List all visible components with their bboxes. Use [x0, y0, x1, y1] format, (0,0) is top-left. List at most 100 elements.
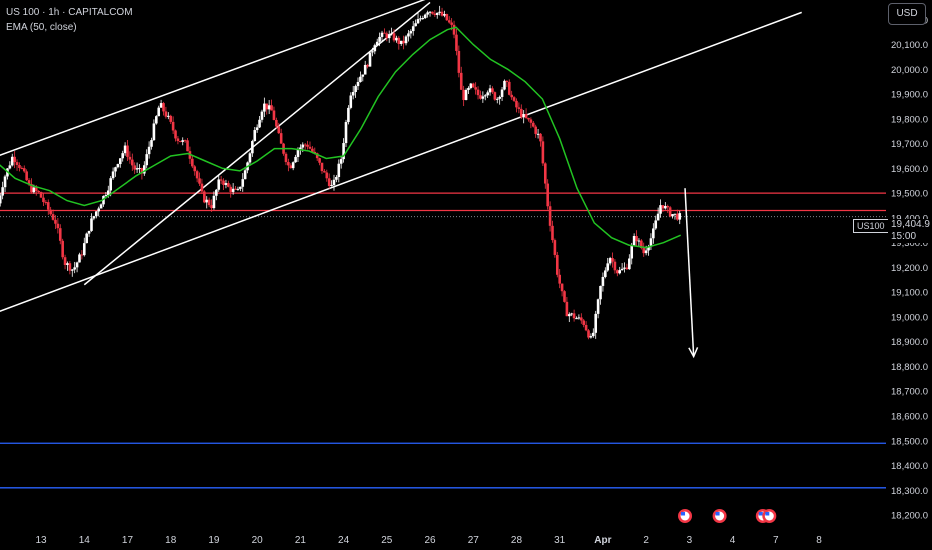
candle-body — [46, 202, 50, 210]
candle-body — [176, 138, 180, 142]
candle-body — [303, 144, 307, 146]
candle-body — [200, 183, 204, 192]
candle-body — [476, 89, 480, 96]
candle-body — [507, 81, 511, 95]
y-tick-label: 19,000.0 — [891, 312, 928, 323]
candle-body — [73, 267, 76, 270]
candle-body — [318, 158, 321, 163]
candle-body — [87, 230, 91, 234]
candle-body — [18, 165, 21, 168]
candle-body — [10, 156, 14, 166]
candle-body — [255, 127, 259, 131]
candle-body — [150, 140, 153, 147]
candle-body — [294, 156, 297, 163]
y-tick-label: 20,100.0 — [891, 40, 928, 51]
candle-body — [599, 285, 602, 300]
candle-body — [217, 179, 221, 190]
candle-body — [32, 187, 36, 193]
candle-body — [678, 213, 682, 220]
candle-body — [512, 97, 516, 101]
bar-countdown: 15:00 — [891, 231, 917, 242]
candle-body — [270, 105, 273, 111]
y-tick-label: 18,300.0 — [891, 486, 928, 497]
y-tick-label: 19,700.0 — [891, 139, 928, 150]
candle-body — [78, 254, 81, 263]
candle-body — [92, 216, 96, 219]
candle-body — [337, 163, 341, 177]
chart-area[interactable]: 18,200.0 18,300.0 18,400.0 18,500.0 18,600.0… — [0, 0, 932, 550]
candle-body — [553, 240, 557, 255]
y-tick-label: 18,500.0 — [891, 436, 928, 447]
candle-body — [589, 336, 593, 338]
candle-body — [306, 144, 309, 147]
candle-body — [94, 211, 98, 217]
candle-body — [308, 146, 312, 149]
candle-body — [433, 13, 437, 15]
candle-body — [402, 40, 405, 44]
candle-body — [75, 262, 79, 268]
ema-line — [0, 26, 681, 249]
candle-body — [445, 14, 449, 21]
candle-body — [661, 205, 665, 209]
candle-body — [325, 172, 329, 179]
event-flag-canton — [758, 512, 763, 516]
x-tick-label: 2 — [643, 535, 649, 546]
candle-body — [419, 18, 422, 20]
candle-body — [272, 110, 276, 120]
candle-body — [464, 89, 468, 100]
candle-body — [486, 92, 489, 96]
candle-body — [174, 130, 177, 139]
candle-body — [356, 81, 360, 87]
x-tick-label: 24 — [338, 535, 350, 546]
event-flag-icon[interactable] — [762, 509, 777, 523]
x-tick-label: 3 — [687, 535, 693, 546]
x-tick-label: Apr — [594, 535, 611, 546]
event-flag-icon[interactable] — [712, 509, 727, 523]
candle-body — [248, 153, 252, 163]
candle-body — [330, 185, 333, 187]
candle-body — [659, 205, 662, 214]
x-tick-label: 20 — [252, 535, 264, 546]
candle-body — [409, 31, 413, 34]
candle-body — [551, 225, 554, 241]
candle-body — [279, 133, 283, 144]
candle-body — [203, 191, 206, 203]
candle-body — [339, 159, 343, 164]
candle-body — [164, 111, 168, 117]
candle-body — [219, 179, 223, 181]
candle-body — [116, 164, 120, 168]
candle-body — [404, 36, 408, 44]
candle-body — [63, 257, 67, 266]
candle-body — [287, 162, 290, 166]
candle-body — [169, 115, 173, 122]
candle-body — [332, 179, 336, 186]
candle-body — [61, 240, 64, 258]
candle-body — [620, 268, 624, 271]
event-flag-icon[interactable] — [678, 509, 693, 523]
candlestick-chart[interactable]: 18,200.0 18,300.0 18,400.0 18,500.0 18,600.0… — [0, 0, 932, 550]
y-tick-label: 19,600.0 — [891, 164, 928, 175]
candle-body — [671, 214, 674, 217]
candle-body — [601, 276, 605, 286]
y-tick-label: 20,000.0 — [891, 65, 928, 76]
y-tick-label: 18,200.0 — [891, 511, 928, 522]
candle-body — [241, 179, 245, 187]
candle-body — [474, 87, 477, 90]
candle-body — [320, 162, 324, 172]
candle-body — [467, 87, 470, 90]
candle-body — [215, 189, 218, 196]
candle-body — [44, 202, 48, 204]
x-tick-label: 27 — [468, 535, 480, 546]
candle-body — [611, 258, 614, 262]
candle-body — [539, 133, 542, 142]
candle-body — [291, 162, 295, 169]
candle-body — [351, 92, 355, 96]
candle-body — [349, 95, 353, 108]
candle-body — [452, 24, 456, 35]
candle-body — [534, 126, 537, 134]
currency-button[interactable]: USD — [888, 3, 926, 25]
candle-body — [212, 195, 216, 209]
candle-body — [426, 12, 429, 15]
candle-body — [236, 188, 240, 190]
x-tick-label: 31 — [554, 535, 566, 546]
